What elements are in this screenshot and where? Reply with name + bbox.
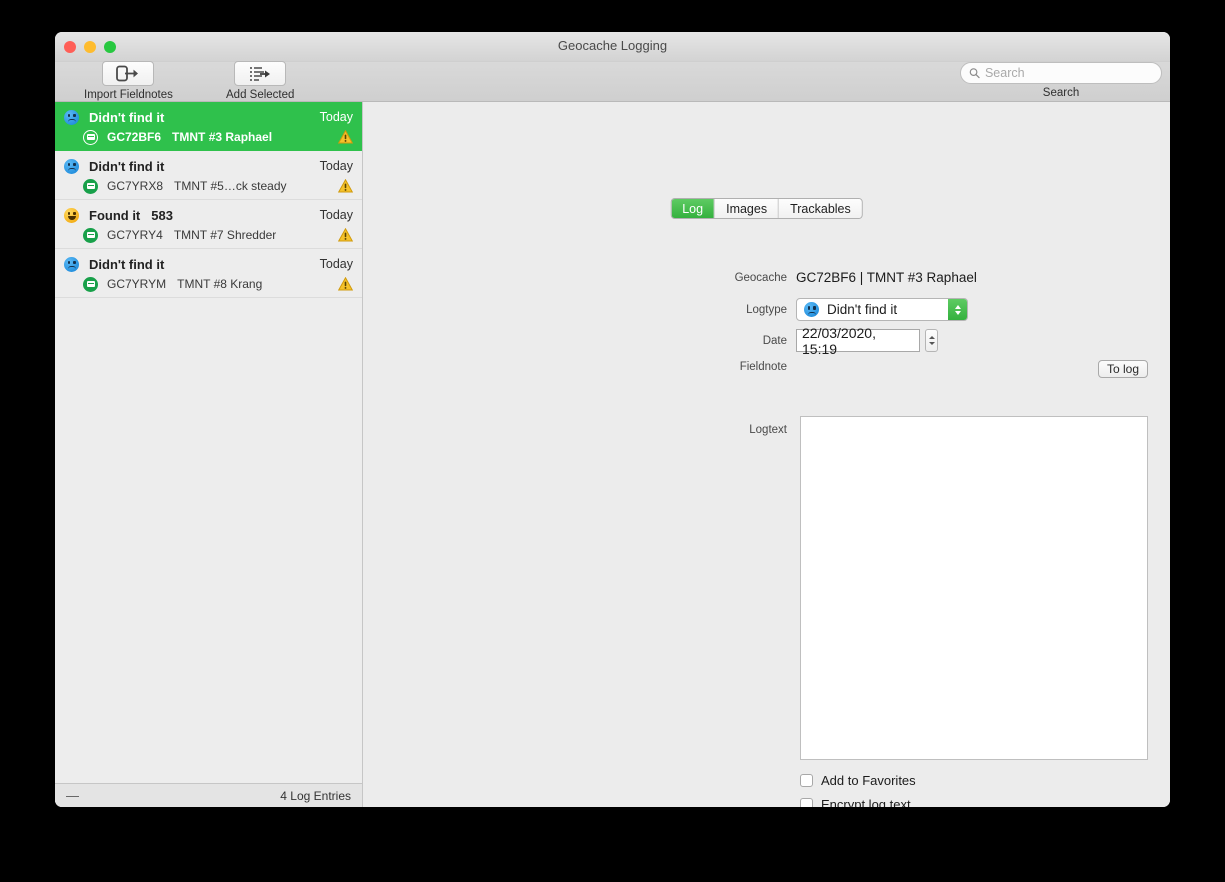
entry-detail-row: GC72BF6 TMNT #3 Raphael [64, 127, 353, 147]
tab-images[interactable]: Images [715, 199, 780, 218]
entry-name: TMNT #5…ck steady [174, 179, 287, 193]
geocache-icon [83, 129, 98, 145]
log-entry-count: 4 Log Entries [280, 788, 351, 803]
logtype-row: Logtype Didn't find it [718, 298, 968, 321]
entry-logtype: Didn't find it [89, 256, 165, 272]
list-item[interactable]: Didn't find it Today GC7YRX8 TMNT #5…ck … [55, 151, 362, 200]
list-item[interactable]: Found it 583 Today GC7YRY4 TMNT #7 Shred… [55, 200, 362, 249]
geocache-value: GC72BF6 | TMNT #3 Raphael [796, 270, 977, 285]
warning-icon [338, 277, 353, 291]
search-input[interactable] [984, 66, 1153, 80]
entry-code: GC7YRYM [107, 277, 167, 291]
list-item[interactable]: Didn't find it Today GC72BF6 TMNT #3 Rap… [55, 102, 362, 151]
entry-date: Today [319, 159, 353, 173]
app-window: Geocache Logging Import Fieldnotes Add S… [55, 32, 1170, 807]
entry-detail-row: GC7YRX8 TMNT #5…ck steady [64, 176, 353, 196]
entry-detail-row: GC7YRYM TMNT #8 Krang [64, 274, 353, 294]
geocache-label: Geocache [734, 271, 787, 284]
encrypt-log-text-checkbox-row[interactable]: Encrypt log text [800, 797, 911, 807]
add-selected-icon-frame [234, 61, 287, 86]
search-area: Search [960, 62, 1162, 99]
geocache-icon [83, 276, 98, 292]
date-label: Date [762, 334, 787, 347]
entry-header-row: Didn't find it Today [64, 156, 353, 176]
fieldnote-row: Fieldnote [718, 361, 796, 373]
entry-header-row: Found it 583 Today [64, 205, 353, 225]
window-title: Geocache Logging [557, 38, 668, 53]
search-field[interactable] [960, 62, 1162, 84]
geocache-icon [83, 178, 98, 194]
date-input[interactable]: 22/03/2020, 15:19 [796, 325, 920, 357]
add-to-favorites-label: Add to Favorites [821, 773, 916, 788]
happy-face-icon [64, 207, 79, 223]
sad-face-icon [804, 302, 819, 317]
entry-count: 583 [151, 207, 173, 223]
import-fieldnotes-button[interactable]: Import Fieldnotes [84, 61, 173, 101]
remove-entry-button[interactable]: — [66, 789, 79, 802]
date-row: Date 22/03/2020, 15:19 [718, 325, 938, 357]
logtype-select[interactable]: Didn't find it [796, 298, 968, 321]
date-stepper[interactable] [925, 329, 938, 352]
entry-code: GC72BF6 [107, 130, 162, 144]
fieldnote-label: Fieldnote [739, 361, 787, 373]
to-log-button[interactable]: To log [1097, 360, 1148, 378]
sad-face-icon [64, 109, 79, 125]
list-item[interactable]: Didn't find it Today GC7YRYM TMNT #8 Kra… [55, 249, 362, 298]
add-selected-label: Add Selected [226, 89, 295, 101]
add-selected-icon [250, 67, 271, 81]
tab-bar: Log Images Trackables [670, 198, 863, 219]
logtext-textarea[interactable] [800, 416, 1148, 760]
toolbar: Import Fieldnotes Add Selected Search Se… [55, 61, 1170, 102]
title-bar: Geocache Logging [55, 32, 1170, 62]
logtext-label: Logtext [749, 424, 787, 436]
geocache-icon [83, 227, 98, 243]
warning-icon [338, 179, 353, 193]
entry-logtype: Found it [89, 207, 141, 223]
entry-date: Today [319, 208, 353, 222]
import-fieldnotes-icon [116, 65, 139, 82]
entry-date: Today [319, 257, 353, 271]
logtype-select-value-area: Didn't find it [797, 299, 948, 320]
entry-date: Today [319, 110, 353, 124]
import-fieldnotes-label: Import Fieldnotes [84, 89, 173, 101]
entry-logtype: Didn't find it [89, 158, 165, 174]
detail-pane: Log Images Trackables Geocache GC72BF6 |… [363, 102, 1170, 807]
entry-code: GC7YRX8 [107, 179, 164, 193]
search-toolbar-label: Search [1042, 87, 1080, 99]
logtype-label: Logtype [746, 303, 787, 316]
import-icon-frame [102, 61, 155, 86]
search-icon [969, 68, 980, 79]
sidebar: Didn't find it Today GC72BF6 TMNT #3 Rap… [55, 102, 363, 807]
log-entry-list[interactable]: Didn't find it Today GC72BF6 TMNT #3 Rap… [55, 102, 362, 783]
entry-header-row: Didn't find it Today [64, 107, 353, 127]
add-to-favorites-checkbox-row[interactable]: Add to Favorites [800, 773, 916, 788]
add-selected-button[interactable]: Add Selected [226, 61, 294, 101]
entry-code: GC7YRY4 [107, 228, 163, 242]
entry-logtype: Didn't find it [89, 109, 165, 125]
content-split: Didn't find it Today GC72BF6 TMNT #3 Rap… [55, 102, 1170, 807]
geocache-row: Geocache GC72BF6 | TMNT #3 Raphael [718, 270, 977, 285]
logtype-value: Didn't find it [827, 302, 898, 317]
encrypt-log-text-label: Encrypt log text [821, 797, 911, 807]
tab-trackables[interactable]: Trackables [779, 199, 862, 218]
entry-header-row: Didn't find it Today [64, 254, 353, 274]
entry-name: TMNT #8 Krang [177, 277, 263, 291]
encrypt-log-text-checkbox[interactable] [800, 798, 813, 807]
sad-face-icon [64, 256, 79, 272]
entry-detail-row: GC7YRY4 TMNT #7 Shredder [64, 225, 353, 245]
entry-name: TMNT #7 Shredder [173, 228, 277, 242]
entry-name: TMNT #3 Raphael [172, 130, 273, 144]
sidebar-status-bar: — 4 Log Entries [55, 783, 362, 807]
warning-icon [338, 130, 353, 144]
sad-face-icon [64, 158, 79, 174]
logtype-chevron-updown-icon[interactable] [948, 299, 967, 320]
add-to-favorites-checkbox[interactable] [800, 774, 813, 787]
warning-icon [338, 228, 353, 242]
tab-log[interactable]: Log [671, 199, 716, 218]
